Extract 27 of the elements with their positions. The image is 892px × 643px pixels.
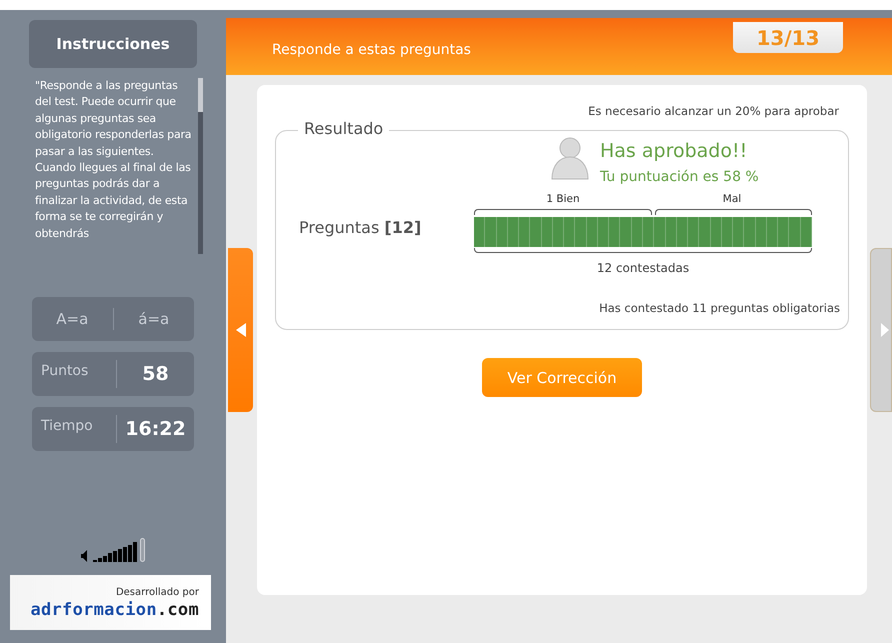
brand-logo: adrformacion.com [30, 600, 199, 620]
answered-label: 12 contestadas [596, 260, 690, 276]
stat-label: Tiempo [40, 417, 94, 436]
wrong-label: Mal [722, 192, 742, 207]
requirement-text: Es necesario alcanzar un 20% para aprobar [588, 103, 839, 120]
correct-label: 1 Bien [545, 192, 581, 207]
right-arrow-icon [881, 323, 889, 337]
instructions-text: "Responde a las preguntas del test. Puede ocurrir que algunas preguntas sea obligatorio responderlas para pasar a las siguientes. Cuando llegues al final de las preguntas podrás dar a finalizar la actividad, de esta forma se te corregirán y obtendrás [35, 78, 192, 242]
speaker-icon[interactable] [81, 550, 87, 562]
status-text: Has aprobado!! [600, 139, 748, 164]
score-text: Tu puntuación es 58 % [600, 168, 759, 187]
view-correction-button[interactable]: Ver Corrección [482, 358, 642, 398]
questions-label: Preguntas [12] [299, 216, 422, 239]
user-icon [550, 137, 590, 182]
scrollbar[interactable] [198, 78, 203, 254]
stat-value: 58 [141, 362, 170, 387]
instructions-header: Instrucciones [29, 20, 197, 68]
credit-caption: Desarrollado por [116, 586, 199, 600]
question-counter: 13/13 [733, 22, 843, 53]
case-toggle[interactable]: á=a [138, 308, 170, 330]
stat-label: Puntos [40, 362, 90, 381]
left-arrow-icon [236, 323, 246, 337]
header-title: Responde a estas preguntas [272, 41, 471, 60]
case-toggle[interactable]: A=a [56, 308, 88, 330]
stat-value: 16:22 [124, 416, 187, 442]
mandatory-text: Has contestado 11 preguntas obligatorias [599, 300, 840, 317]
volume-slider[interactable] [93, 538, 145, 562]
